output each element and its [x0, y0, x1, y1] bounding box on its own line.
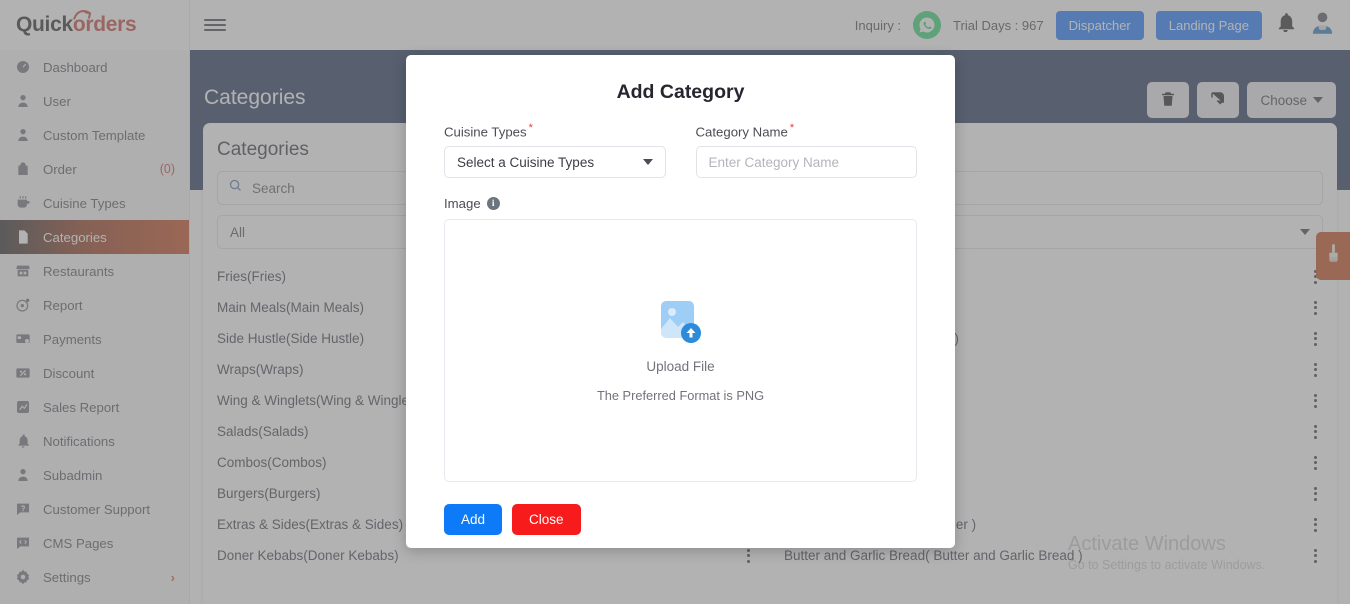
image-upload-icon [655, 299, 707, 347]
preferred-format-hint: The Preferred Format is PNG [596, 387, 765, 403]
close-button[interactable]: Close [512, 504, 581, 536]
category-name-field: Category Name * Enter Category Name [695, 122, 918, 179]
add-category-modal: Add Category Cuisine Types * Select a Cui… [406, 55, 955, 548]
category-name-input[interactable]: Enter Category Name [695, 146, 917, 179]
add-button[interactable]: Add [444, 504, 503, 536]
modal-title: Add Category [616, 81, 745, 103]
category-name-label: Category Name * [696, 122, 918, 139]
cuisine-types-label: Cuisine Types * [444, 122, 666, 139]
image-label: Image i [444, 196, 917, 211]
required-asterisk: * [528, 122, 533, 134]
cuisine-types-label-text: Cuisine Types [444, 124, 527, 140]
upload-file-text: Upload File [646, 358, 715, 374]
category-name-placeholder: Enter Category Name [708, 154, 840, 170]
cuisine-types-value: Select a Cuisine Types [457, 154, 595, 170]
image-label-text: Image [444, 196, 481, 212]
chevron-down-icon [642, 159, 653, 166]
cuisine-types-field: Cuisine Types * Select a Cuisine Types [444, 122, 666, 179]
cuisine-types-select[interactable]: Select a Cuisine Types [444, 146, 666, 179]
category-name-label-text: Category Name [695, 124, 788, 140]
image-dropzone[interactable]: Upload File The Preferred Format is PNG [444, 219, 917, 483]
modal-fields-row: Cuisine Types * Select a Cuisine Types Ca… [444, 122, 918, 179]
info-icon[interactable]: i [486, 197, 500, 211]
modal-actions: Add Close [444, 504, 917, 536]
required-asterisk: * [789, 122, 795, 134]
